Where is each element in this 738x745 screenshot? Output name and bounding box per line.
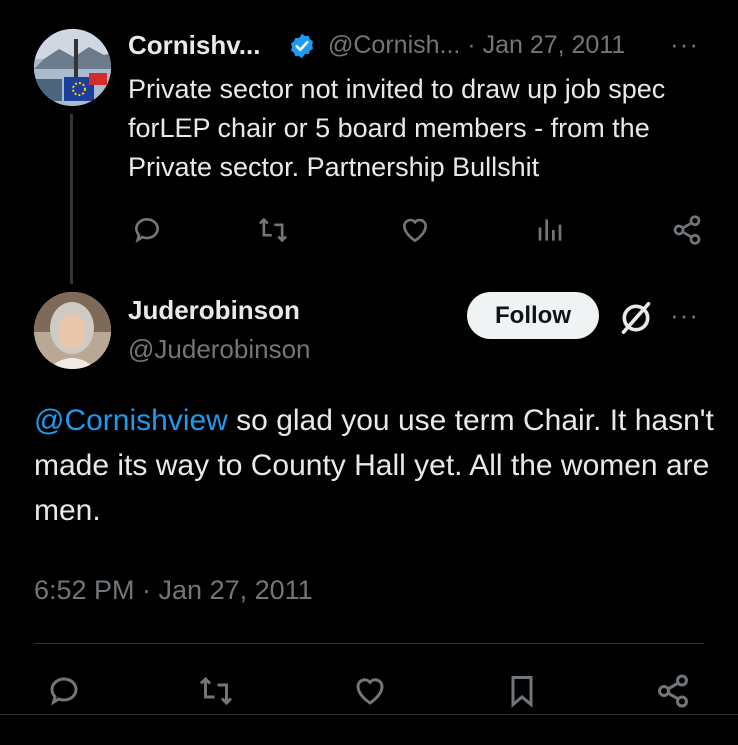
views-icon[interactable]	[536, 214, 568, 246]
bookmark-icon[interactable]	[504, 673, 540, 709]
avatar-cornishview[interactable]	[34, 29, 111, 106]
verified-badge-icon	[290, 33, 314, 59]
follow-button[interactable]: Follow	[467, 292, 599, 339]
retweet-icon[interactable]	[256, 214, 290, 246]
reply-icon[interactable]	[46, 673, 82, 709]
like-icon[interactable]	[399, 214, 431, 246]
parent-tweet-text: Private sector not invited to draw up jo…	[128, 74, 666, 182]
reply-icon[interactable]	[131, 214, 163, 246]
reply-display-name[interactable]: Juderobinson	[128, 295, 300, 326]
avatar-juderobinson[interactable]	[34, 292, 111, 369]
grok-icon[interactable]	[616, 298, 656, 338]
divider	[34, 643, 704, 644]
retweet-icon[interactable]	[196, 673, 236, 709]
mention-link[interactable]: @Cornishview	[34, 404, 228, 437]
more-options-icon[interactable]: ···	[670, 300, 699, 331]
like-icon[interactable]	[352, 673, 388, 709]
share-icon[interactable]	[671, 214, 703, 246]
reply-tweet-text: @Cornishview so glad you use term Chair.…	[34, 398, 714, 533]
bottom-divider	[0, 714, 738, 715]
share-icon[interactable]	[655, 673, 691, 709]
timestamp[interactable]: 6:52 PM · Jan 27, 2011	[34, 575, 313, 606]
thread-line	[70, 114, 73, 284]
reply-handle[interactable]: @Juderobinson	[128, 334, 311, 365]
parent-display-name[interactable]: Cornishv...	[128, 30, 260, 61]
parent-handle-date: @Cornish... · Jan 27, 2011	[328, 31, 626, 59]
more-options-icon[interactable]: ···	[670, 29, 699, 60]
